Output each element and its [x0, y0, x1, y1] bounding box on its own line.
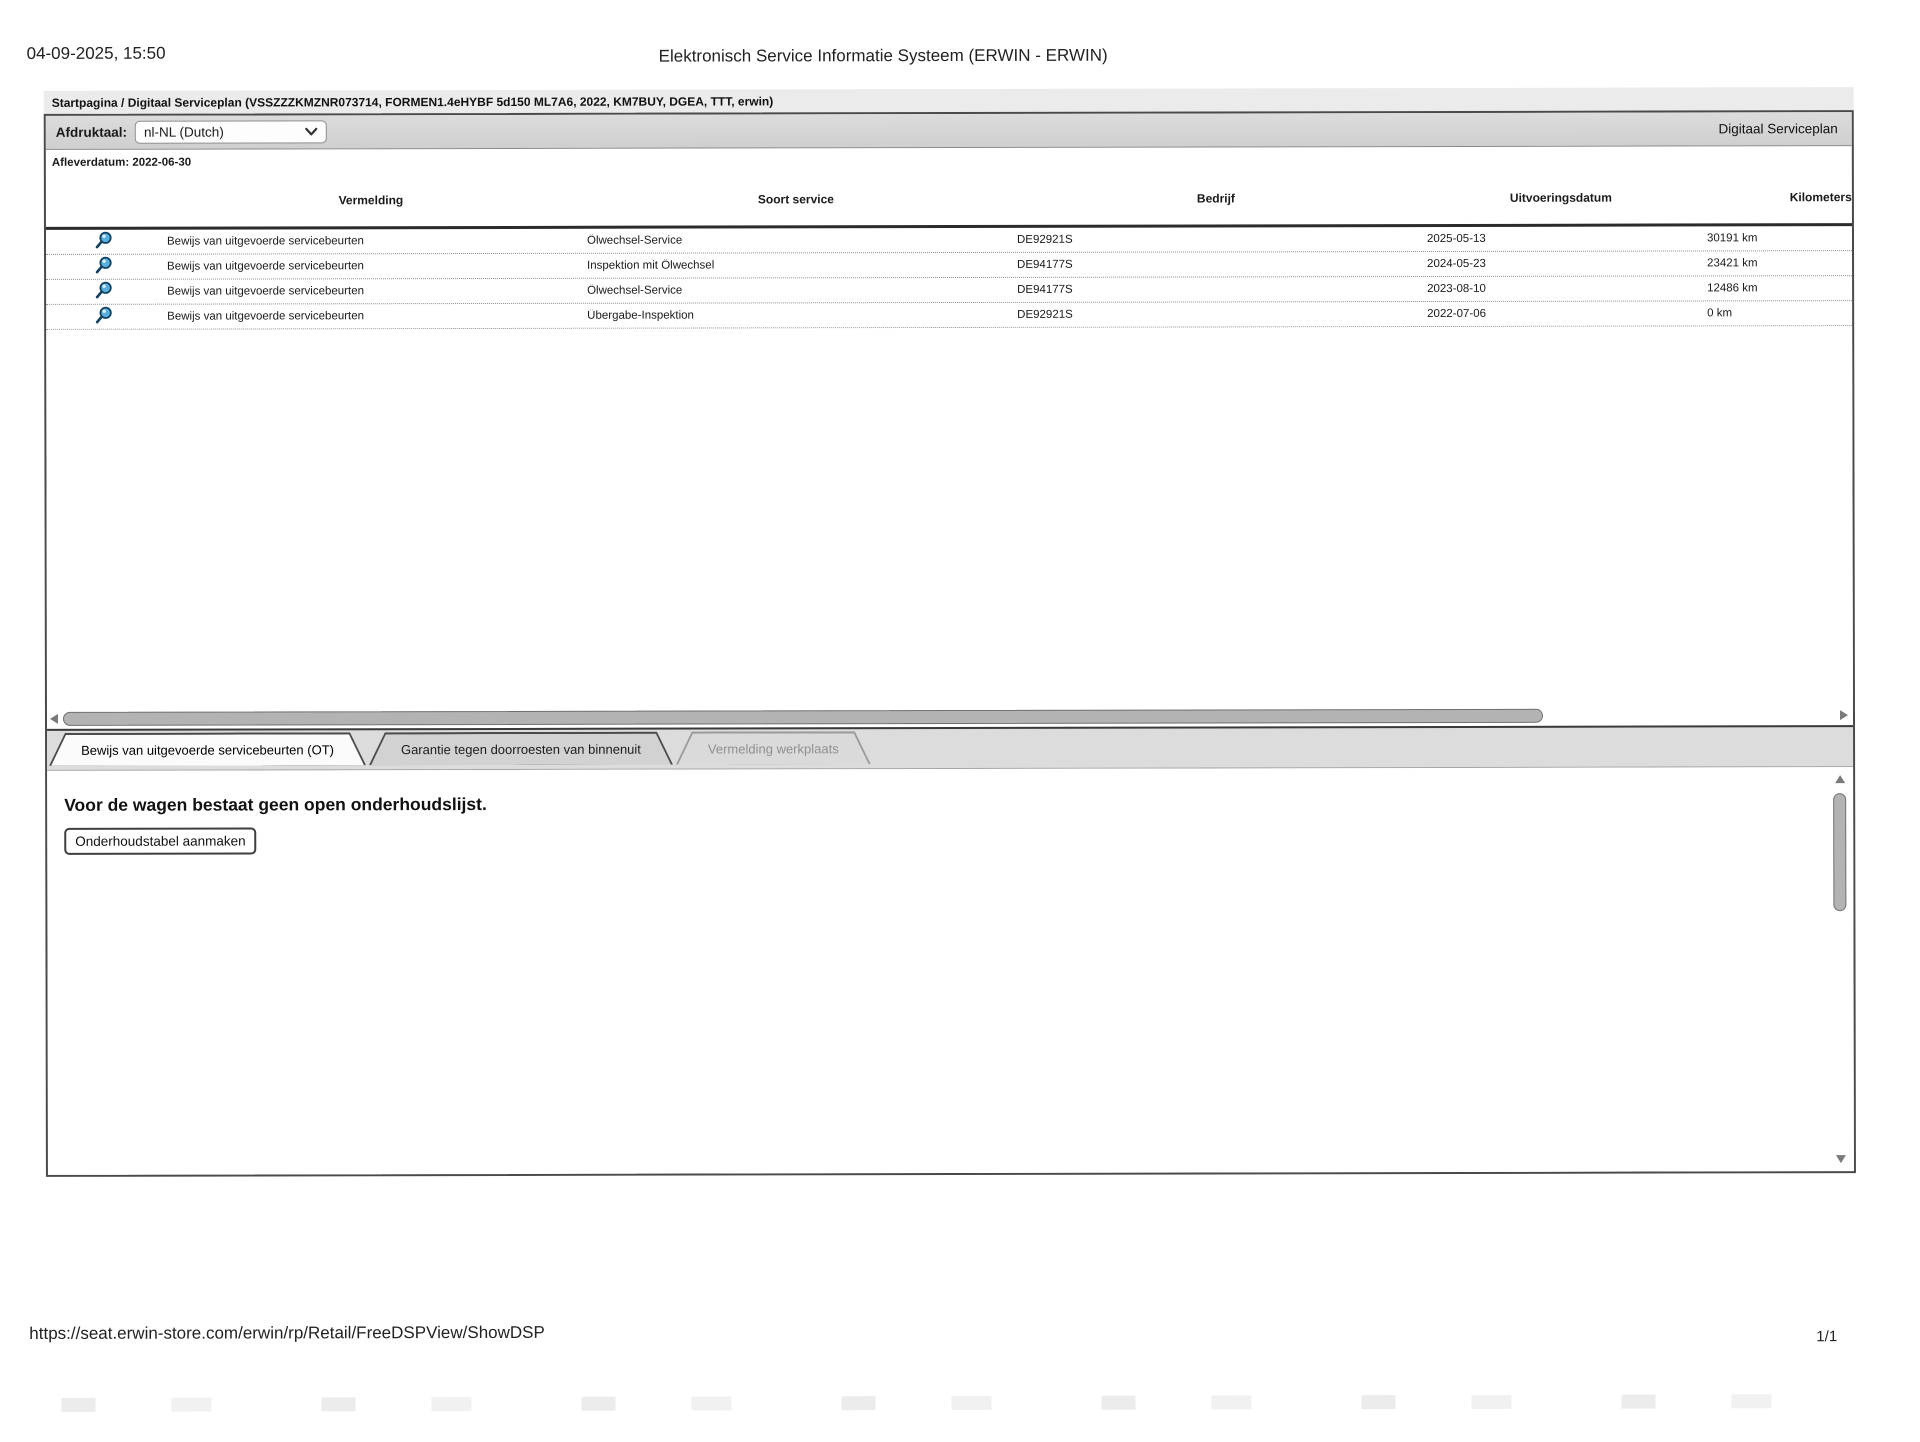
cell-kilometerstand: 0 km [1701, 307, 1856, 320]
tab-strip: Bewijs van uitgevoerde servicebeurten (O… [47, 725, 1853, 771]
cell-bedrijf: DE92921S [1011, 308, 1421, 321]
cell-vermelding: Bewijs van uitgevoerde servicebeurten [161, 235, 581, 248]
column-header-uitvoeringsdatum: Uitvoeringsdatum [1421, 190, 1701, 205]
cell-kilometerstand: 23421 km [1701, 257, 1856, 270]
print-language-value: nl-NL (Dutch) [144, 124, 305, 139]
table-row: Bewijs van uitgevoerde servicebeurten In… [46, 251, 1856, 280]
toolbar: Afdruktaal: nl-NL (Dutch) Digitaal Servi… [46, 112, 1852, 150]
vertical-scrollbar[interactable] [1831, 771, 1850, 1165]
cell-vermelding: Bewijs van uitgevoerde servicebeurten [161, 260, 581, 273]
delivery-date-row: Afleverdatum: 2022-06-30 [46, 146, 1852, 175]
table-header-row: Vermelding Soort service Bedrijf Uitvoer… [46, 171, 1856, 230]
table-row: Bewijs van uitgevoerde servicebeurten Öl… [46, 226, 1856, 255]
panel-title: Digitaal Serviceplan [1718, 121, 1841, 136]
magnifier-icon [94, 281, 113, 303]
horizontal-scrollbar-thumb[interactable] [63, 709, 1543, 726]
maintenance-pane: Voor de wagen bestaat geen open onderhou… [47, 767, 1854, 1175]
print-timestamp: 04-09-2025, 15:50 [27, 44, 166, 64]
print-language-select[interactable]: nl-NL (Dutch) [135, 120, 327, 143]
page-number: 1/1 [1816, 1328, 1837, 1345]
row-detail-button[interactable] [93, 281, 115, 303]
table-empty-area [46, 326, 1853, 710]
column-header-vermelding: Vermelding [161, 193, 581, 208]
cell-uitvoeringsdatum: 2023-08-10 [1421, 282, 1701, 295]
scroll-right-icon[interactable] [1840, 710, 1848, 720]
cell-soort-service: Ölwechsel-Service [581, 234, 1011, 247]
cell-bedrijf: DE94177S [1011, 283, 1421, 296]
tab-label: Vermelding werkplaats [678, 733, 869, 764]
cell-bedrijf: DE92921S [1011, 233, 1421, 246]
tab-garantie-doorroesten[interactable]: Garantie tegen doorroesten van binnenuit [369, 732, 673, 766]
cell-vermelding: Bewijs van uitgevoerde servicebeurten [161, 285, 581, 298]
column-header-kilometerstand: Kilometerstand [1701, 190, 1856, 205]
tab-label: Garantie tegen doorroesten van binnenuit [371, 734, 671, 766]
magnifier-icon [94, 256, 113, 278]
cell-uitvoeringsdatum: 2024-05-23 [1421, 257, 1701, 270]
chevron-down-icon [305, 124, 318, 139]
breadcrumb-text: Startpagina / Digitaal Serviceplan (VSSZ… [52, 94, 774, 110]
tab-vermelding-werkplaats: Vermelding werkplaats [676, 731, 871, 764]
cell-uitvoeringsdatum: 2025-05-13 [1421, 232, 1701, 245]
no-open-maintenance-message: Voor de wagen bestaat geen open onderhou… [64, 791, 1813, 816]
cell-vermelding: Bewijs van uitgevoerde servicebeurten [161, 310, 581, 323]
create-maintenance-table-button[interactable]: Onderhoudstabel aanmaken [64, 827, 256, 854]
scroll-down-icon[interactable] [1836, 1155, 1846, 1163]
cell-soort-service: Übergabe-Inspektion [581, 309, 1011, 322]
cell-uitvoeringsdatum: 2022-07-06 [1421, 307, 1701, 320]
row-detail-button[interactable] [93, 256, 115, 278]
magnifier-icon [94, 306, 113, 328]
print-footer-url: https://seat.erwin-store.com/erwin/rp/Re… [29, 1323, 545, 1344]
scan-artifact-strip [61, 1394, 1861, 1412]
cell-soort-service: Inspektion mit Ölwechsel [581, 259, 1011, 272]
printed-page: 04-09-2025, 15:50 Elektronisch Service I… [0, 0, 1920, 1442]
scroll-up-icon[interactable] [1835, 775, 1845, 783]
scroll-left-icon[interactable] [50, 714, 58, 724]
print-language-label: Afdruktaal: [56, 125, 127, 140]
table-row: Bewijs van uitgevoerde servicebeurten Üb… [46, 301, 1856, 330]
row-detail-button[interactable] [93, 306, 115, 328]
table-row: Bewijs van uitgevoerde servicebeurten Öl… [46, 276, 1856, 305]
tab-bewijs-servicebeurten[interactable]: Bewijs van uitgevoerde servicebeurten (O… [49, 732, 366, 766]
cell-bedrijf: DE94177S [1011, 258, 1421, 271]
tab-label: Bewijs van uitgevoerde servicebeurten (O… [51, 734, 364, 766]
column-header-bedrijf: Bedrijf [1011, 191, 1421, 206]
column-header-soort-service: Soort service [581, 192, 1011, 207]
row-detail-button[interactable] [92, 231, 114, 253]
delivery-date-label: Afleverdatum: 2022-06-30 [52, 156, 191, 168]
vertical-scrollbar-thumb[interactable] [1833, 793, 1846, 911]
magnifier-icon [94, 231, 113, 253]
horizontal-scrollbar[interactable] [47, 706, 1853, 729]
cell-soort-service: Ölwechsel-Service [581, 284, 1011, 297]
serviceplan-panel: Afdruktaal: nl-NL (Dutch) Digitaal Servi… [44, 110, 1856, 1177]
page-title: Elektronisch Service Informatie Systeem … [659, 46, 1108, 67]
cell-kilometerstand: 12486 km [1701, 282, 1856, 295]
cell-kilometerstand: 30191 km [1701, 232, 1856, 245]
